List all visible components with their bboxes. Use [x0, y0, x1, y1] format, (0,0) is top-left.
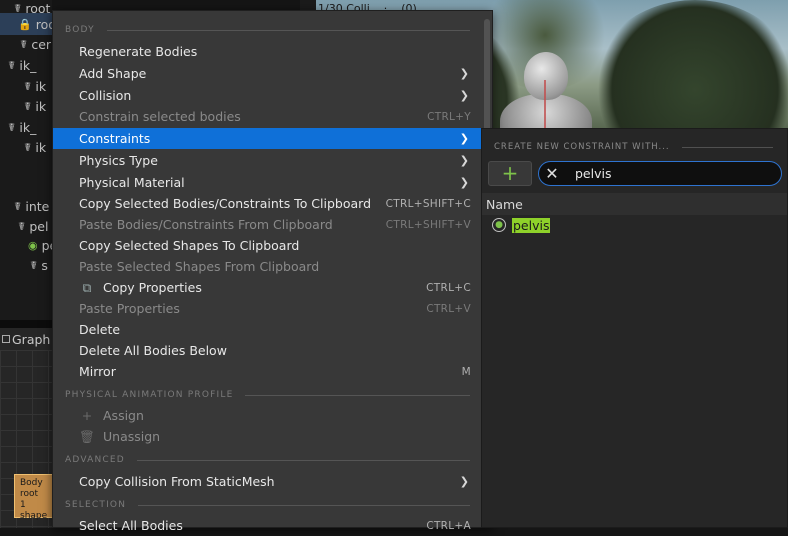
close-icon[interactable]: ✕	[543, 165, 561, 182]
graph-tab-label: Graph	[12, 331, 51, 347]
menu-paste-shapes: Paste Selected Shapes From Clipboard	[79, 259, 320, 274]
chevron-right-icon: ❯	[459, 67, 469, 80]
bone-icon: ☤	[8, 120, 16, 134]
bone-icon: ☤	[18, 219, 26, 233]
bone-icon: ☤	[20, 37, 28, 51]
menu-paste-properties: Paste Properties CTRL+V	[79, 301, 471, 316]
plus-icon: +	[501, 161, 519, 185]
tree-item-label: inte	[25, 198, 50, 214]
menu-regenerate-bodies[interactable]: Regenerate Bodies	[53, 41, 483, 62]
list-item-label: pelvis	[512, 217, 551, 233]
tree-item-label: pel	[29, 218, 49, 234]
bone-icon: ☤	[24, 140, 32, 154]
menu-physical-material[interactable]: Physical Material ❯	[53, 172, 483, 193]
trash-icon: 🗑	[79, 428, 95, 444]
tree-item-label: s	[41, 257, 48, 273]
menu-collision[interactable]: Collision ❯	[53, 85, 483, 106]
body-icon: ●	[492, 218, 506, 232]
tree-item-label: ik_	[19, 57, 37, 73]
lock-icon: 🔒	[18, 17, 32, 31]
section-selection: SELECTION	[65, 498, 470, 512]
menu-constraints[interactable]: Constraints ❯	[53, 128, 483, 149]
menu-assign: + Assign	[53, 405, 483, 426]
shortcut: CTRL+C	[426, 281, 471, 294]
list-item[interactable]: ● pelvis	[482, 215, 787, 235]
shortcut: CTRL+V	[426, 302, 471, 315]
tree-item[interactable]: ☤ ik	[24, 137, 46, 157]
shortcut: CTRL+A	[426, 519, 471, 532]
tree-item-label: cer	[31, 36, 52, 52]
node-bone: root	[20, 489, 39, 499]
shortcut: CTRL+SHIFT+C	[385, 197, 471, 210]
bone-icon: ☤	[8, 58, 16, 72]
shortcut: M	[461, 365, 471, 378]
tree-item[interactable]: ☤ pel	[18, 216, 48, 236]
chevron-right-icon: ❯	[459, 154, 469, 167]
context-menu: BODY Regenerate Bodies Add Shape ❯ Collis…	[52, 10, 493, 533]
add-button[interactable]: +	[488, 161, 532, 186]
tree-item-label: ik	[35, 98, 47, 114]
tree-item[interactable]: ☤ ik	[24, 76, 46, 96]
section-advanced: ADVANCED	[65, 453, 470, 467]
graph-icon	[2, 335, 10, 343]
menu-constrain-selected-bodies: Constrain selected bodies CTRL+Y	[79, 109, 471, 124]
section-body: BODY	[65, 23, 470, 37]
menu-copy-properties[interactable]: ⧉ Copy Properties CTRL+C	[53, 277, 483, 298]
chevron-right-icon: ❯	[459, 475, 469, 488]
search-input[interactable]	[575, 166, 765, 181]
menu-add-shape[interactable]: Add Shape ❯	[53, 63, 483, 84]
bone-icon: ☤	[14, 1, 22, 15]
bone-icon: ☤	[14, 199, 22, 213]
bone-icon: ☤	[24, 99, 32, 113]
copy-icon: ⧉	[82, 279, 92, 295]
panel-divider	[0, 320, 52, 328]
mannequin-head[interactable]	[524, 52, 568, 100]
menu-physics-type[interactable]: Physics Type ❯	[53, 150, 483, 171]
tree-item[interactable]: ☤ ik_	[8, 55, 36, 75]
bone-icon: ☤	[30, 258, 38, 272]
menu-copy-collision-staticmesh[interactable]: Copy Collision From StaticMesh ❯	[53, 471, 483, 492]
tree-item-label: ik_	[19, 119, 37, 135]
node-title: Body	[20, 478, 43, 488]
menu-delete-all-bodies-below[interactable]: Delete All Bodies Below	[53, 340, 483, 361]
chevron-right-icon: ❯	[459, 89, 469, 102]
tree-item[interactable]: ☤ cer	[20, 34, 51, 54]
menu-paste-bodies-constraints: Paste Bodies/Constraints From Clipboard C…	[79, 217, 471, 232]
tree-item[interactable]: ☤ inte	[14, 196, 49, 216]
bone-icon: ☤	[24, 79, 32, 93]
menu-unassign: 🗑 Unassign	[79, 428, 161, 445]
node-shapes: 1 shape	[20, 500, 48, 521]
section-physical-animation-profile: PHYSICAL ANIMATION PROFILE	[65, 388, 470, 402]
tab-graph[interactable]: Graph	[0, 328, 52, 350]
plus-icon: +	[81, 408, 93, 423]
search-box[interactable]: ✕	[538, 161, 782, 186]
constraint-submenu: CREATE NEW CONSTRAINT WITH... + ✕ Name ●…	[481, 128, 788, 528]
shortcut: CTRL+SHIFT+V	[385, 218, 471, 231]
menu-mirror[interactable]: Mirror M	[53, 361, 483, 382]
submenu-header: CREATE NEW CONSTRAINT WITH...	[494, 141, 773, 153]
tree-item[interactable]: ☤ s	[30, 255, 48, 275]
menu-copy-shapes[interactable]: Copy Selected Shapes To Clipboard	[53, 235, 483, 256]
mannequin-constraint-line	[544, 80, 546, 130]
tree-item[interactable]: ☤ ik_	[8, 117, 36, 137]
graph-body-node[interactable]: Body root 1 shape	[14, 474, 54, 521]
shortcut: CTRL+Y	[427, 110, 471, 123]
chevron-right-icon: ❯	[459, 132, 469, 145]
tree-item-label: ik	[35, 78, 47, 94]
body-icon: ◉	[28, 238, 38, 252]
tree-item-label: ik	[35, 139, 47, 155]
menu-delete[interactable]: Delete	[53, 319, 483, 340]
menu-copy-bodies-constraints[interactable]: Copy Selected Bodies/Constraints To Clip…	[53, 193, 483, 214]
chevron-right-icon: ❯	[459, 176, 469, 189]
tree-item[interactable]: ☤ ik	[24, 96, 46, 116]
column-header-name[interactable]: Name	[482, 193, 787, 215]
menu-select-all-bodies[interactable]: Select All Bodies CTRL+A	[53, 515, 483, 536]
